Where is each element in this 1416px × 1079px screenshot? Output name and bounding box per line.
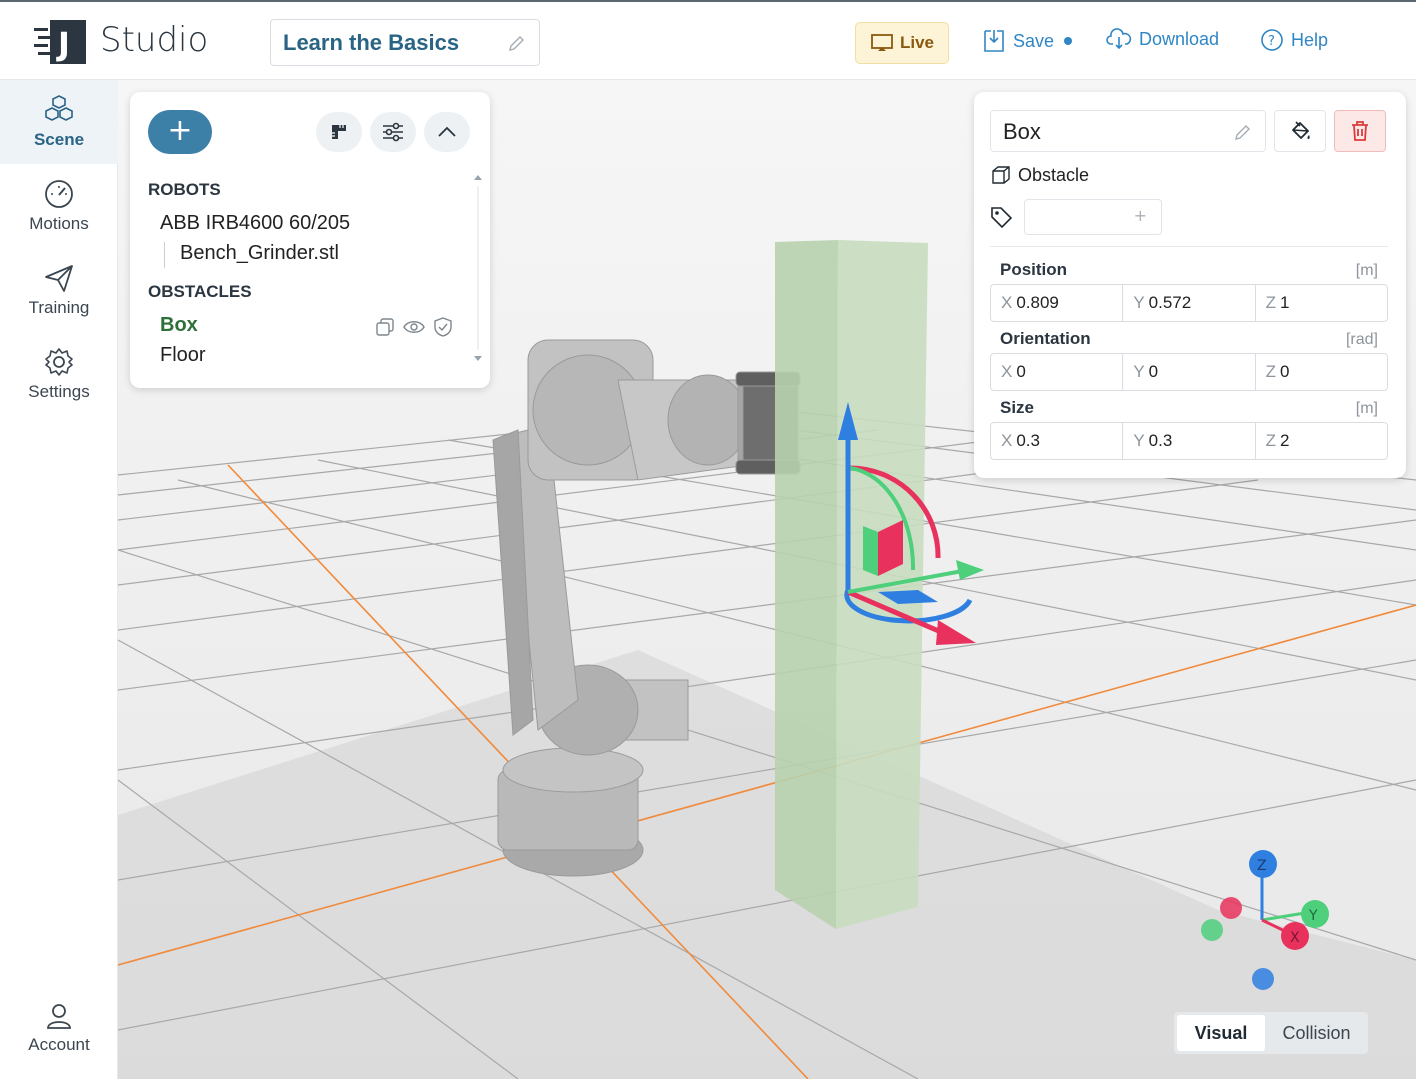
help-button[interactable]: ? Help bbox=[1260, 28, 1328, 52]
color-button[interactable] bbox=[1274, 110, 1326, 152]
duplicate-icon[interactable] bbox=[374, 316, 396, 338]
tree-scrollbar[interactable] bbox=[468, 168, 488, 370]
sidebar-item-label: Settings bbox=[28, 382, 90, 401]
object-name: Box bbox=[1003, 119, 1041, 144]
position-label: Position bbox=[1000, 260, 1068, 279]
save-icon bbox=[984, 30, 1004, 52]
tag-icon bbox=[991, 207, 1013, 228]
measure-button[interactable] bbox=[316, 112, 362, 152]
obstacle-actions bbox=[374, 316, 454, 338]
user-icon bbox=[47, 1004, 71, 1029]
obstacles-section-title: OBSTACLES bbox=[148, 282, 252, 301]
size-label: Size bbox=[1000, 398, 1035, 417]
sidebar-item-motions[interactable]: Motions bbox=[0, 164, 118, 248]
tag-input[interactable]: + bbox=[1024, 199, 1162, 235]
orientation-label: Orientation bbox=[1000, 329, 1091, 348]
paint-bucket-icon bbox=[1292, 121, 1310, 139]
save-label: Save bbox=[1013, 30, 1055, 51]
position-x-input[interactable]: X 0.809 bbox=[991, 285, 1124, 321]
sidebar-item-training[interactable]: Training bbox=[0, 248, 118, 332]
sidebar-item-scene[interactable]: Scene bbox=[0, 80, 118, 164]
pencil-icon[interactable] bbox=[1233, 122, 1253, 142]
help-label: Help bbox=[1291, 29, 1329, 50]
app-name: Studio bbox=[100, 20, 209, 60]
live-label: Live bbox=[899, 33, 935, 52]
download-button[interactable]: Download bbox=[1106, 28, 1219, 50]
sidebar: Scene Motions Training Settings Account bbox=[0, 80, 118, 1079]
eye-icon[interactable] bbox=[402, 316, 426, 338]
orientation-fields: X0 Y0 Z0 bbox=[990, 353, 1388, 391]
gear-icon bbox=[45, 348, 73, 376]
delete-button[interactable] bbox=[1334, 110, 1386, 152]
pencil-icon[interactable] bbox=[507, 33, 527, 53]
object-name-field[interactable]: Box bbox=[990, 110, 1266, 152]
box-obstacle[interactable] bbox=[775, 240, 928, 929]
help-icon: ? bbox=[1261, 29, 1283, 51]
chevron-up-icon bbox=[438, 126, 456, 137]
sidebar-item-account[interactable]: Account bbox=[0, 986, 118, 1070]
size-z-input[interactable]: Z2 bbox=[1256, 423, 1387, 459]
size-fields: X 0.3 Y 0.3 Z2 bbox=[990, 422, 1388, 460]
collision-toggle[interactable]: Collision bbox=[1268, 1015, 1365, 1051]
sidebar-item-label: Account bbox=[28, 1035, 90, 1054]
orientation-y-input[interactable]: Y0 bbox=[1123, 354, 1256, 390]
size-x-input[interactable]: X 0.3 bbox=[991, 423, 1124, 459]
monitor-icon bbox=[871, 34, 893, 51]
robots-section-title: ROBOTS bbox=[148, 180, 221, 199]
paper-plane-icon bbox=[45, 265, 73, 292]
project-name: Learn the Basics bbox=[283, 30, 460, 55]
divider bbox=[990, 246, 1388, 247]
obstacle-item-floor[interactable]: Floor bbox=[160, 344, 206, 367]
object-type: Obstacle bbox=[990, 164, 1089, 186]
cloud-download-icon bbox=[1106, 28, 1132, 50]
orientation-x-input[interactable]: X0 bbox=[991, 354, 1124, 390]
collapse-panel-button[interactable] bbox=[424, 112, 470, 152]
obstacle-item-box[interactable]: Box bbox=[160, 314, 198, 337]
filter-settings-button[interactable] bbox=[370, 112, 416, 152]
size-y-input[interactable]: Y 0.3 bbox=[1123, 423, 1256, 459]
size-unit: [m] bbox=[1355, 400, 1378, 417]
axis-y-label: Y bbox=[1308, 908, 1318, 924]
orientation-z-input[interactable]: Z0 bbox=[1256, 354, 1387, 390]
cubes-icon bbox=[45, 95, 73, 121]
object-type-label: Obstacle bbox=[1018, 164, 1090, 185]
robot-child-item[interactable]: Bench_Grinder.stl bbox=[180, 242, 339, 265]
svg-text:J: J bbox=[56, 25, 70, 63]
cube-icon bbox=[992, 166, 1010, 184]
sidebar-item-label: Scene bbox=[33, 130, 85, 149]
gauge-icon bbox=[45, 180, 73, 208]
axis-z-label: Z bbox=[1257, 858, 1267, 874]
sidebar-item-label: Training bbox=[28, 298, 90, 317]
project-name-field[interactable]: Learn the Basics bbox=[270, 19, 540, 66]
position-z-input[interactable]: Z1 bbox=[1256, 285, 1387, 321]
ruler-icon bbox=[332, 125, 346, 139]
position-fields: X 0.809 Y 0.572 Z1 bbox=[990, 284, 1388, 322]
scene-tree-panel: + ROBOTS ABB IRB4600 60/205 Bench_Grinde… bbox=[130, 92, 490, 388]
download-label: Download bbox=[1139, 28, 1220, 49]
sidebar-item-settings[interactable]: Settings bbox=[0, 332, 118, 416]
top-bar: J Studio Learn the Basics Live Save Down bbox=[0, 0, 1416, 80]
position-unit: [m] bbox=[1355, 262, 1378, 279]
unsaved-dot bbox=[1064, 37, 1073, 45]
axis-x-label: X bbox=[1290, 930, 1300, 946]
properties-panel: Box Obstacle + Position [m] X 0.809 Y 0.57… bbox=[974, 92, 1406, 478]
visual-toggle[interactable]: Visual bbox=[1177, 1015, 1265, 1051]
shield-icon[interactable] bbox=[432, 316, 454, 338]
svg-text:?: ? bbox=[1268, 34, 1275, 49]
sliders-icon bbox=[383, 122, 403, 142]
live-button[interactable]: Live bbox=[855, 22, 949, 64]
trash-icon bbox=[1352, 121, 1368, 141]
position-y-input[interactable]: Y 0.572 bbox=[1123, 285, 1256, 321]
sidebar-item-label: Motions bbox=[29, 214, 89, 233]
orientation-unit: [rad] bbox=[1345, 331, 1378, 348]
add-object-button[interactable]: + bbox=[148, 110, 212, 154]
robot-item[interactable]: ABB IRB4600 60/205 bbox=[160, 212, 350, 235]
view-mode-toggle: Visual Collision bbox=[1174, 1012, 1368, 1054]
tree-connector bbox=[164, 242, 165, 268]
studio-logo: J bbox=[34, 20, 86, 64]
save-button[interactable]: Save bbox=[982, 28, 1073, 54]
